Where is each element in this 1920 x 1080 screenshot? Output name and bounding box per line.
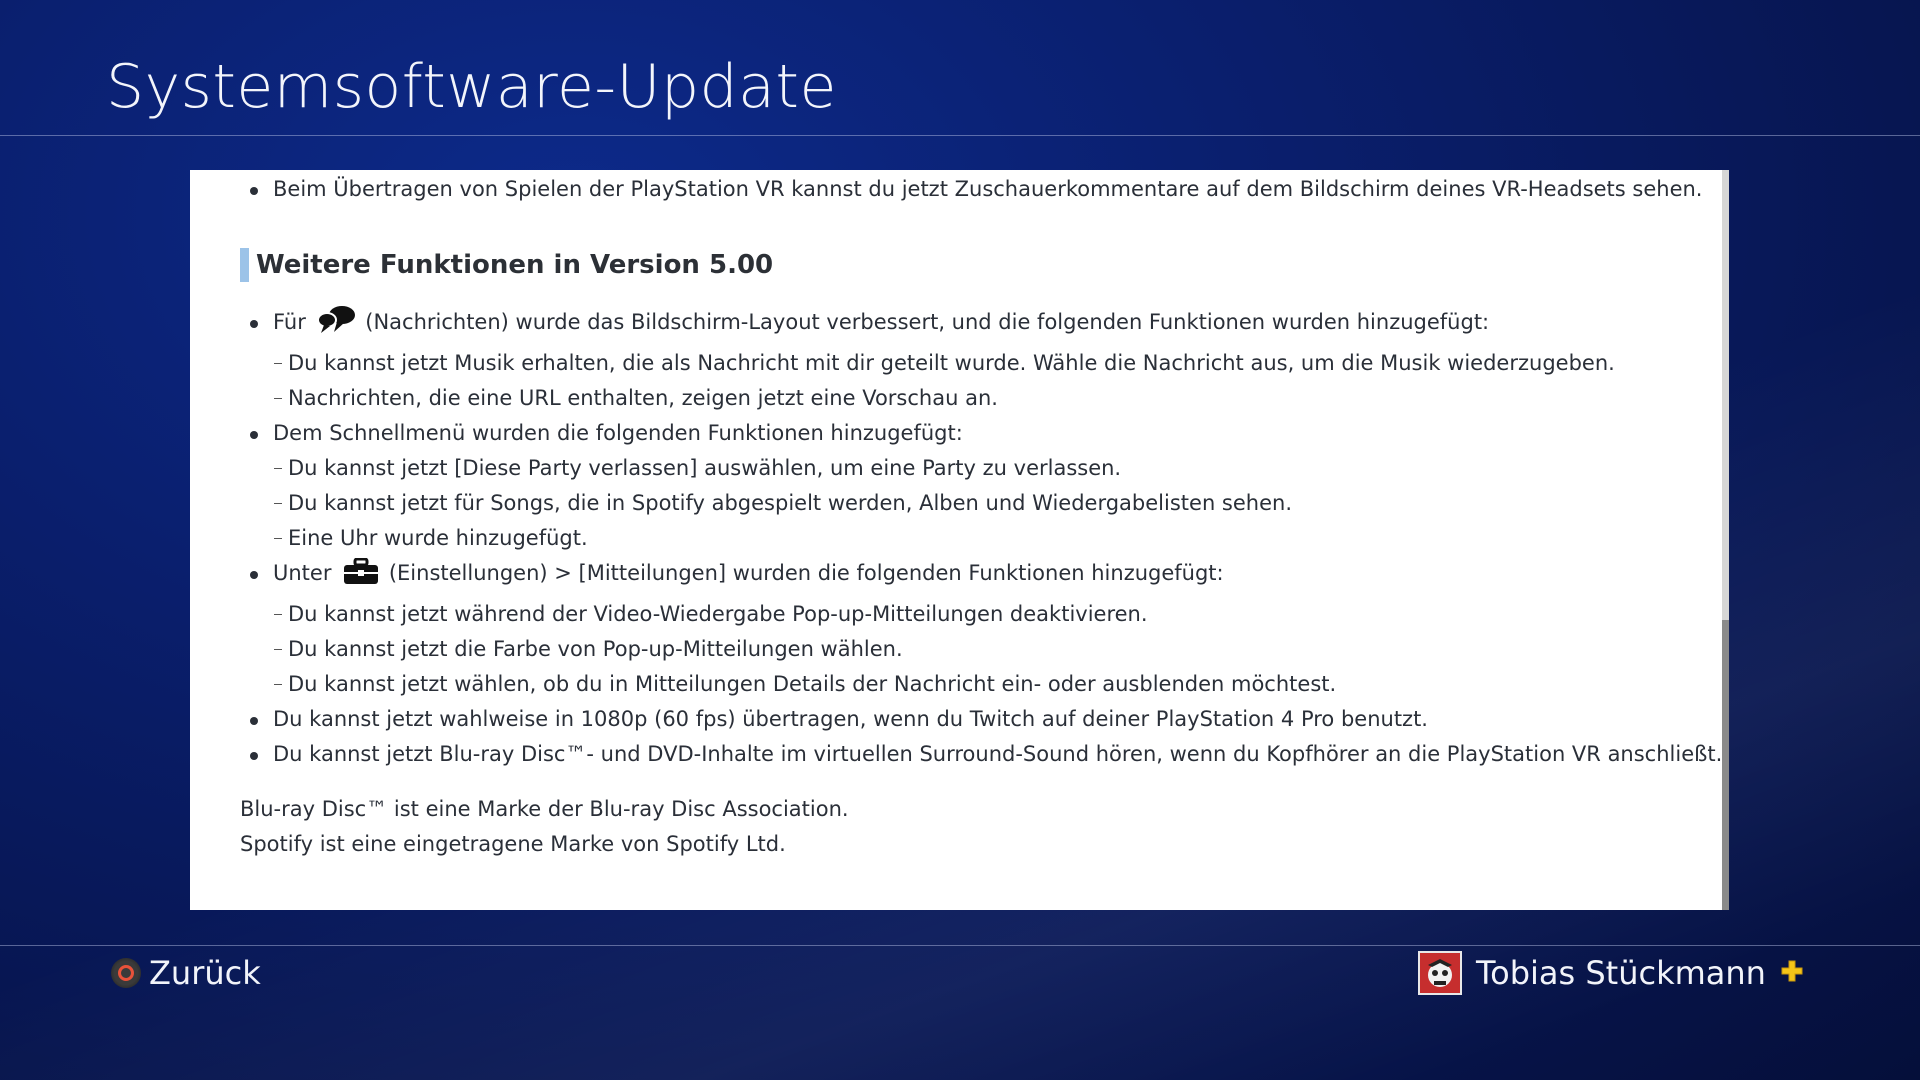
sub-item-text: Eine Uhr wurde hinzugefügt. bbox=[288, 526, 588, 550]
back-button[interactable]: Zurück bbox=[111, 954, 261, 992]
list-item: Beim Übertragen von Spielen der PlayStat… bbox=[240, 172, 1703, 207]
section-heading-text: Weitere Funktionen in Version 5.00 bbox=[256, 250, 774, 280]
header-divider bbox=[0, 135, 1920, 136]
sub-item: Du kannst jetzt während der Video-Wieder… bbox=[240, 597, 1685, 632]
list-item-messages: Für (Nachrichten) wurde das Bildschirm-L… bbox=[240, 305, 1685, 346]
bullet-text: Du kannst jetzt wahlweise in 1080p (60 f… bbox=[273, 707, 1428, 731]
sub-item: Du kannst jetzt Musik erhalten, die als … bbox=[240, 346, 1685, 381]
sub-item: Du kannst jetzt [Diese Party verlassen] … bbox=[240, 451, 1685, 486]
settings-toolbox-icon bbox=[342, 557, 380, 597]
bullet-suffix: (Einstellungen) > [Mitteilungen] wurden … bbox=[388, 561, 1224, 585]
playstation-plus-icon bbox=[1780, 959, 1804, 987]
list-item-twitch: Du kannst jetzt wahlweise in 1080p (60 f… bbox=[240, 702, 1685, 737]
bullet-prefix: Unter bbox=[273, 561, 332, 585]
sub-item-text: Du kannst jetzt Musik erhalten, die als … bbox=[288, 351, 1615, 375]
sub-item-text: Du kannst jetzt wählen, ob du in Mitteil… bbox=[288, 672, 1337, 696]
sub-item-text: Du kannst jetzt für Songs, die in Spotif… bbox=[288, 491, 1293, 515]
back-label: Zurück bbox=[149, 954, 261, 992]
user-profile: Tobias Stückmann bbox=[1418, 950, 1804, 996]
sub-item-text: Du kannst jetzt während der Video-Wieder… bbox=[288, 602, 1148, 626]
scrollbar-thumb[interactable] bbox=[1722, 620, 1729, 910]
update-notes-content: Beim Übertragen von Spielen der PlayStat… bbox=[240, 170, 1722, 862]
sub-item: Du kannst jetzt wählen, ob du in Mitteil… bbox=[240, 667, 1685, 702]
messages-icon bbox=[316, 305, 357, 346]
user-name: Tobias Stückmann bbox=[1476, 954, 1766, 992]
scrollbar[interactable] bbox=[1722, 170, 1729, 910]
sub-item: Du kannst jetzt die Farbe von Pop-up-Mit… bbox=[240, 632, 1685, 667]
bullet-text: Dem Schnellmenü wurden die folgenden Fun… bbox=[273, 421, 963, 445]
page-title: Systemsoftware-Update bbox=[106, 52, 837, 122]
trademark-notes: Blu-ray Disc™ ist eine Marke der Blu-ray… bbox=[240, 792, 1685, 862]
sub-item: Du kannst jetzt für Songs, die in Spotif… bbox=[240, 486, 1685, 521]
list-item-settings: Unter (Einstellungen) > [Mitteilungen] w… bbox=[240, 556, 1685, 597]
list-item-quickmenu: Dem Schnellmenü wurden die folgenden Fun… bbox=[240, 416, 1685, 451]
section-heading: Weitere Funktionen in Version 5.00 bbox=[240, 247, 1685, 283]
sub-item-text: Du kannst jetzt die Farbe von Pop-up-Mit… bbox=[288, 637, 903, 661]
bullet-text: Beim Übertragen von Spielen der PlayStat… bbox=[273, 177, 1703, 201]
update-notes-panel[interactable]: Beim Übertragen von Spielen der PlayStat… bbox=[190, 170, 1725, 910]
sub-item: Eine Uhr wurde hinzugefügt. bbox=[240, 521, 1685, 556]
bullet-suffix: (Nachrichten) wurde das Bildschirm-Layou… bbox=[365, 310, 1490, 334]
list-item-bluray: Du kannst jetzt Blu-ray Disc™- und DVD-I… bbox=[240, 737, 1722, 772]
trademark-note: Blu-ray Disc™ ist eine Marke der Blu-ray… bbox=[240, 797, 849, 821]
sub-item-text: Du kannst jetzt [Diese Party verlassen] … bbox=[288, 456, 1122, 480]
footer-divider bbox=[0, 945, 1920, 946]
sub-item: Nachrichten, die eine URL enthalten, zei… bbox=[240, 381, 1685, 416]
sub-item-text: Nachrichten, die eine URL enthalten, zei… bbox=[288, 386, 998, 410]
bullet-prefix: Für bbox=[273, 310, 306, 334]
bullet-text: Du kannst jetzt Blu-ray Disc™- und DVD-I… bbox=[273, 742, 1723, 766]
trademark-note: Spotify ist eine eingetragene Marke von … bbox=[240, 832, 786, 856]
circle-button-icon bbox=[111, 958, 141, 988]
avatar bbox=[1418, 951, 1462, 995]
